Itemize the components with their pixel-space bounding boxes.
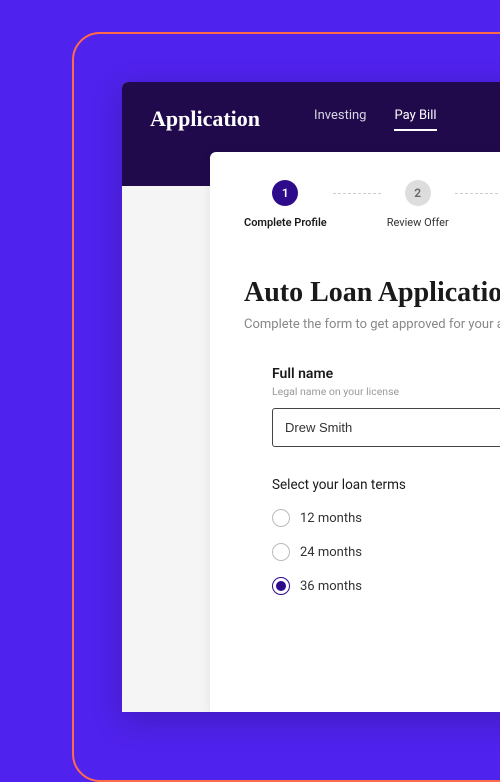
main-panel: 1 Complete Profile 2 Review Offer 3 Acce… xyxy=(210,152,500,712)
step-label: Complete Profile xyxy=(244,216,327,229)
step-number-icon: 2 xyxy=(405,180,431,206)
radio-icon xyxy=(272,509,290,527)
fullname-input[interactable] xyxy=(272,408,500,447)
loan-term-option-36[interactable]: 36 months xyxy=(272,577,500,595)
fullname-label: Full name xyxy=(272,366,500,382)
radio-label: 24 months xyxy=(300,545,362,560)
brand-title: Application xyxy=(150,106,260,132)
step-connector xyxy=(333,193,381,194)
step-review-offer[interactable]: 2 Review Offer xyxy=(387,180,449,229)
top-nav: Investing Pay Bill xyxy=(314,108,437,131)
nav-investing[interactable]: Investing xyxy=(314,108,366,131)
step-number-icon: 1 xyxy=(272,180,298,206)
radio-icon xyxy=(272,543,290,561)
radio-dot-icon xyxy=(276,581,286,591)
radio-label: 12 months xyxy=(300,511,362,526)
step-connector xyxy=(455,193,500,194)
loan-terms-label: Select your loan terms xyxy=(272,477,500,493)
fullname-hint: Legal name on your license xyxy=(272,385,500,398)
app-window: Application Investing Pay Bill 1 Complet… xyxy=(122,82,500,712)
page-subtitle: Complete the form to get approved for yo… xyxy=(244,317,500,332)
form-section: Full name Legal name on your license Sel… xyxy=(244,366,500,595)
loan-term-option-24[interactable]: 24 months xyxy=(272,543,500,561)
page-title: Auto Loan Application xyxy=(244,277,500,309)
step-complete-profile[interactable]: 1 Complete Profile xyxy=(244,180,327,229)
step-label: Review Offer xyxy=(387,216,449,229)
radio-icon-selected xyxy=(272,577,290,595)
radio-label: 36 months xyxy=(300,579,362,594)
nav-pay-bill[interactable]: Pay Bill xyxy=(394,108,436,131)
progress-stepper: 1 Complete Profile 2 Review Offer 3 Acce… xyxy=(244,180,500,229)
loan-term-option-12[interactable]: 12 months xyxy=(272,509,500,527)
